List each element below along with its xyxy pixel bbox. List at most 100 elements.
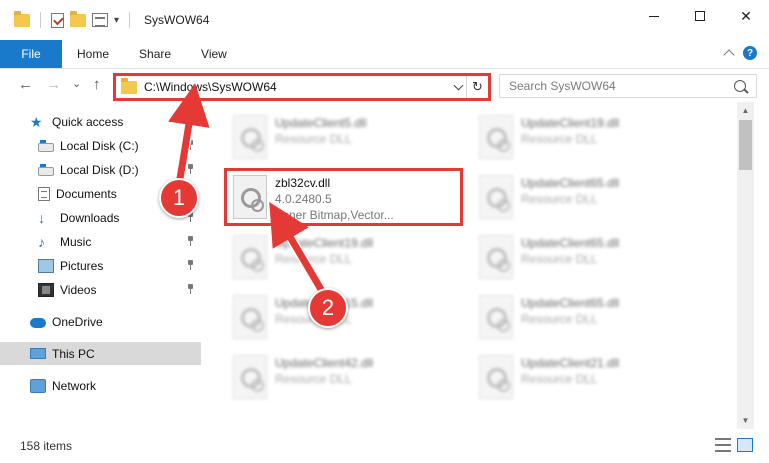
sidebar-item-label: Local Disk (D:) (60, 162, 139, 177)
up-button[interactable]: ↑ (93, 77, 101, 93)
scroll-down-button[interactable]: ▼ (737, 412, 754, 429)
close-button[interactable]: ✕ (723, 0, 769, 32)
navigation-pane: ★ Quick access Local Disk (C:) Local Dis… (0, 102, 203, 429)
pin-icon[interactable] (186, 140, 194, 150)
file-list: UpdateClient5.dll Resource DLL zbl32cv.dl… (203, 102, 737, 429)
file-tile[interactable]: UpdateClient19.dll Resource DLL (469, 108, 705, 166)
step-1-badge: 1 (159, 178, 199, 218)
network-icon (30, 378, 46, 393)
disk-icon (38, 139, 54, 152)
file-name: UpdateClient19.dll (521, 116, 620, 130)
file-tile[interactable]: UpdateClient19.dll Resource DLL (223, 228, 459, 286)
search-box[interactable]: Search SysWOW64 (499, 74, 757, 98)
address-history-button[interactable] (450, 80, 466, 90)
properties-check-icon[interactable] (51, 12, 64, 28)
title-divider (129, 12, 131, 28)
folder-icon (121, 77, 137, 94)
maximize-button[interactable] (677, 0, 723, 32)
file-name: UpdateClient42.dll (275, 356, 374, 370)
refresh-button[interactable]: ↻ (466, 76, 488, 98)
sidebar-item-label: Local Disk (C:) (60, 138, 139, 153)
sidebar-item-label: Documents (56, 186, 117, 201)
ribbon-tabs: File Home Share View ? (0, 40, 769, 69)
sidebar-item-music[interactable]: ♪ Music (0, 230, 201, 253)
onedrive-icon (30, 318, 46, 328)
tab-home[interactable]: Home (62, 40, 124, 68)
tiles-view-icon[interactable] (737, 438, 753, 452)
this-pc-icon (30, 348, 46, 359)
vertical-scrollbar[interactable]: ▲ ▼ (737, 102, 754, 429)
sidebar-item-videos[interactable]: Videos (0, 278, 201, 301)
sidebar-item-quick-access[interactable]: ★ Quick access (0, 110, 201, 133)
file-type: Resource DLL (521, 252, 598, 266)
file-highlight-box (224, 168, 463, 226)
dll-file-icon (479, 235, 513, 279)
address-path[interactable]: C:\Windows\SysWOW64 (144, 80, 450, 94)
quick-access-toolbar: ▾ (0, 10, 134, 28)
tab-view[interactable]: View (186, 40, 242, 68)
sidebar-item-label: Videos (60, 282, 97, 297)
sidebar-item-local-disk-d[interactable]: Local Disk (D:) (0, 158, 201, 181)
file-type: Resource DLL (275, 372, 352, 386)
sidebar-item-this-pc[interactable]: This PC (0, 342, 201, 365)
forward-button[interactable]: → (46, 77, 61, 93)
file-tile[interactable]: UpdateClient65.dll Resource DLL (469, 228, 705, 286)
file-name: UpdateClient19.dll (275, 236, 374, 250)
file-tile[interactable]: UpdateClient42.dll Resource DLL (223, 348, 459, 406)
dll-file-icon (479, 355, 513, 399)
status-bar: 158 items (0, 429, 769, 463)
star-icon: ★ (30, 113, 43, 130)
toolbar-divider (40, 12, 41, 28)
sidebar-item-label: Pictures (60, 258, 104, 273)
file-tile[interactable]: UpdateClient5.dll Resource DLL (223, 108, 459, 166)
file-tile[interactable]: UpdateClient65.dll Resource DLL (469, 168, 705, 226)
recent-locations-button[interactable]: ⌄ (72, 76, 81, 92)
properties-icon[interactable] (92, 13, 108, 27)
new-folder-icon[interactable] (70, 10, 86, 27)
file-tile[interactable]: UpdateClient65.dll Resource DLL (469, 288, 705, 346)
sidebar-item-pictures[interactable]: Pictures (0, 254, 201, 277)
file-type: Resource DLL (521, 312, 598, 326)
address-bar[interactable]: C:\Windows\SysWOW64 ↻ (113, 73, 491, 101)
scroll-up-button[interactable]: ▲ (737, 102, 754, 119)
downloads-icon: ↓ (38, 209, 45, 226)
sidebar-item-label: Music (60, 234, 92, 249)
file-name: UpdateClient5.dll (275, 116, 367, 130)
customize-toolbar-chevron-down-icon[interactable]: ▾ (114, 15, 119, 26)
details-view-icon[interactable] (715, 438, 731, 452)
pin-icon[interactable] (186, 236, 194, 246)
sidebar-item-label: Network (52, 378, 97, 393)
disk-icon (38, 163, 54, 176)
minimize-button[interactable] (631, 0, 677, 32)
dll-file-icon (233, 295, 267, 339)
item-count: 158 items (20, 439, 73, 453)
pin-icon[interactable] (186, 260, 194, 270)
scroll-thumb[interactable] (739, 120, 752, 170)
pin-icon[interactable] (186, 284, 194, 294)
file-name: UpdateClient65.dll (521, 296, 620, 310)
dll-file-icon (479, 115, 513, 159)
file-tile[interactable]: UpdateClient21.dll Resource DLL (469, 348, 705, 406)
dll-file-icon (233, 355, 267, 399)
folder-icon[interactable] (14, 10, 30, 27)
file-type: Resource DLL (275, 132, 352, 146)
sidebar-item-network[interactable]: Network (0, 374, 201, 397)
tab-file[interactable]: File (0, 40, 62, 68)
file-name: UpdateClient65.dll (521, 236, 620, 250)
help-icon[interactable]: ? (743, 46, 757, 60)
file-type: Resource DLL (521, 132, 598, 146)
sidebar-item-local-disk-c[interactable]: Local Disk (C:) (0, 134, 201, 157)
back-button[interactable]: ← (18, 77, 33, 93)
sidebar-item-onedrive[interactable]: OneDrive (0, 310, 201, 333)
tab-share[interactable]: Share (124, 40, 186, 68)
ribbon-right-controls: ? (723, 46, 757, 61)
pin-icon[interactable] (186, 164, 194, 174)
file-type: Resource DLL (275, 252, 352, 266)
search-icon (734, 80, 746, 92)
expand-ribbon-chevron-icon[interactable] (723, 49, 735, 61)
file-name: UpdateClient21.dll (521, 356, 620, 370)
search-input[interactable]: Search SysWOW64 (509, 79, 734, 93)
window-controls: ✕ (631, 0, 769, 32)
file-type: Resource DLL (521, 372, 598, 386)
title-bar: ▾ SysWOW64 ✕ (0, 0, 769, 40)
